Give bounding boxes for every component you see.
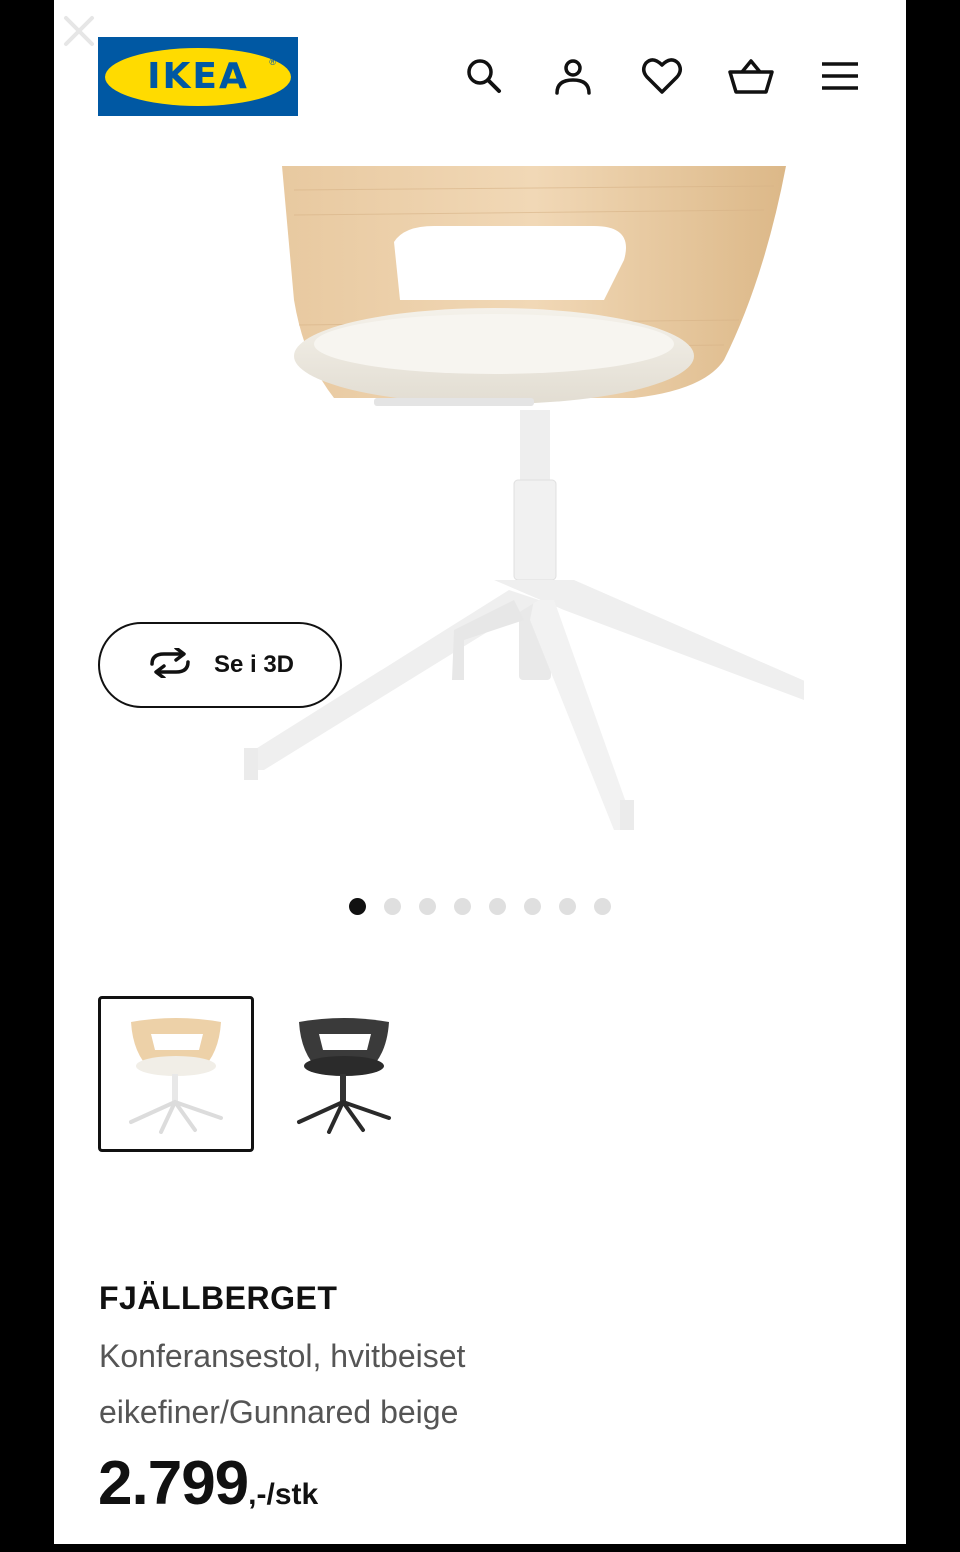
search-icon[interactable] bbox=[460, 52, 508, 100]
ikea-logo[interactable]: IKEA ® bbox=[98, 37, 298, 116]
logo-registered-mark: ® bbox=[269, 57, 276, 67]
logo-oval: IKEA bbox=[105, 47, 291, 106]
carousel-dot[interactable] bbox=[489, 898, 506, 915]
basket-icon[interactable] bbox=[727, 52, 775, 100]
logo-text: IKEA bbox=[147, 56, 249, 97]
variant-thumbnail-black[interactable] bbox=[266, 996, 422, 1152]
product-description: Konferansestol, hvitbeiset eikefiner/Gun… bbox=[99, 1328, 619, 1440]
product-description-line: eikefiner/Gunnared beige bbox=[99, 1394, 459, 1430]
product-image[interactable] bbox=[164, 160, 818, 860]
user-icon[interactable] bbox=[549, 52, 597, 100]
product-name: FJÄLLBERGET bbox=[99, 1280, 338, 1316]
carousel-dot[interactable] bbox=[349, 898, 366, 915]
rotate-icon bbox=[146, 645, 194, 683]
product-page: IKEA ® Se i 3D FJÄLLBERGET Konferansesto… bbox=[54, 0, 906, 1544]
variant-thumbnail-white-oak[interactable] bbox=[98, 996, 254, 1152]
product-description-line: Konferansestol, hvitbeiset bbox=[99, 1338, 466, 1374]
close-icon[interactable] bbox=[62, 14, 96, 48]
carousel-dot[interactable] bbox=[419, 898, 436, 915]
carousel-dot[interactable] bbox=[594, 898, 611, 915]
product-price: 2.799 ,-/stk bbox=[98, 1448, 318, 1519]
menu-icon[interactable] bbox=[816, 52, 864, 100]
heart-icon[interactable] bbox=[638, 52, 686, 100]
carousel-pagination bbox=[54, 898, 906, 915]
view-in-3d-label: Se i 3D bbox=[213, 651, 295, 678]
carousel-dot[interactable] bbox=[384, 898, 401, 915]
carousel-dot[interactable] bbox=[524, 898, 541, 915]
price-suffix: ,-/stk bbox=[248, 1478, 319, 1511]
price-main: 2.799 bbox=[98, 1449, 249, 1518]
carousel-dot[interactable] bbox=[559, 898, 576, 915]
view-in-3d-button[interactable]: Se i 3D bbox=[98, 622, 342, 708]
carousel-dot[interactable] bbox=[454, 898, 471, 915]
